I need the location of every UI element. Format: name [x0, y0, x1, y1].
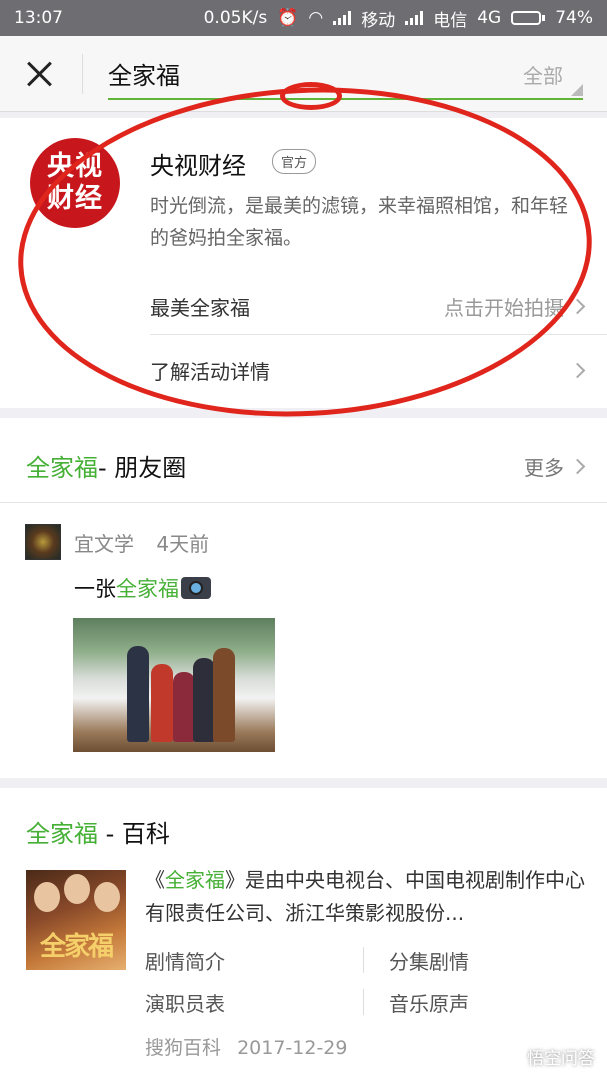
signal-icon: [333, 11, 352, 25]
cover-title: 全家福: [40, 932, 114, 962]
network-speed: 0.05K/s: [203, 8, 268, 28]
baike-section: 全家福 - 百科 全家福 《全家福》是由中央电视台、中国电视剧制作中心有限责任公…: [0, 788, 607, 1080]
watermark: 悟空问答: [501, 1044, 595, 1069]
wukong-logo-icon: [501, 1046, 521, 1067]
divider: [82, 54, 83, 94]
divider: [363, 947, 364, 973]
close-icon[interactable]: [22, 56, 58, 92]
plot-summary-link[interactable]: 剧情简介: [145, 940, 365, 980]
post-photo[interactable]: [73, 618, 275, 752]
post-text: 一张 全家福: [74, 573, 211, 603]
chevron-right-icon: [569, 362, 586, 378]
baike-description[interactable]: 《全家福》是由中央电视台、中国电视剧制作中心有限责任公司、浙江华策影视股份...: [145, 864, 585, 930]
wifi-icon: ◠: [308, 8, 324, 28]
camera-emoji-icon: [181, 577, 211, 599]
search-scope-select[interactable]: 全部: [523, 60, 563, 89]
section-title: 全家福 - 百科: [26, 820, 170, 848]
carrier-1: 移动: [361, 10, 396, 31]
status-time: 13:07: [14, 8, 63, 28]
soundtrack-link[interactable]: 音乐原声: [389, 982, 607, 1022]
carrier-2: 电信: [433, 10, 468, 31]
chevron-right-icon: [569, 458, 586, 475]
baike-source: 搜狗百科 2017-12-29: [145, 1037, 348, 1059]
search-input[interactable]: 全家福: [108, 56, 180, 91]
red-circle-annotation-tail: [280, 82, 342, 110]
divider: [363, 989, 364, 1015]
cast-crew-link[interactable]: 演职员表: [145, 982, 365, 1022]
battery-icon: [511, 11, 546, 25]
post-author[interactable]: 宜文学: [74, 532, 134, 556]
avatar[interactable]: [25, 524, 61, 560]
status-bar: 13:07 0.05K/s ⏰ ◠ 移动 电信 4G 74%: [0, 0, 607, 36]
signal-icon: [405, 11, 424, 25]
drama-cover-image[interactable]: 全家福: [26, 870, 126, 970]
dropdown-corner-icon: [571, 84, 583, 96]
episode-plot-link[interactable]: 分集剧情: [389, 940, 607, 980]
alarm-icon: ⏰: [277, 8, 299, 28]
post-author-line: 宜文学 4天前: [74, 528, 209, 557]
moments-section: 全家福- 朋友圈 更多 宜文学 4天前 一张 全家福: [0, 418, 607, 778]
post-time: 4天前: [156, 532, 210, 556]
section-title: 全家福- 朋友圈: [26, 454, 187, 482]
more-button[interactable]: 更多: [524, 452, 586, 481]
battery-percent: 74%: [555, 8, 593, 28]
network-type: 4G: [477, 8, 502, 28]
divider: [0, 502, 607, 503]
